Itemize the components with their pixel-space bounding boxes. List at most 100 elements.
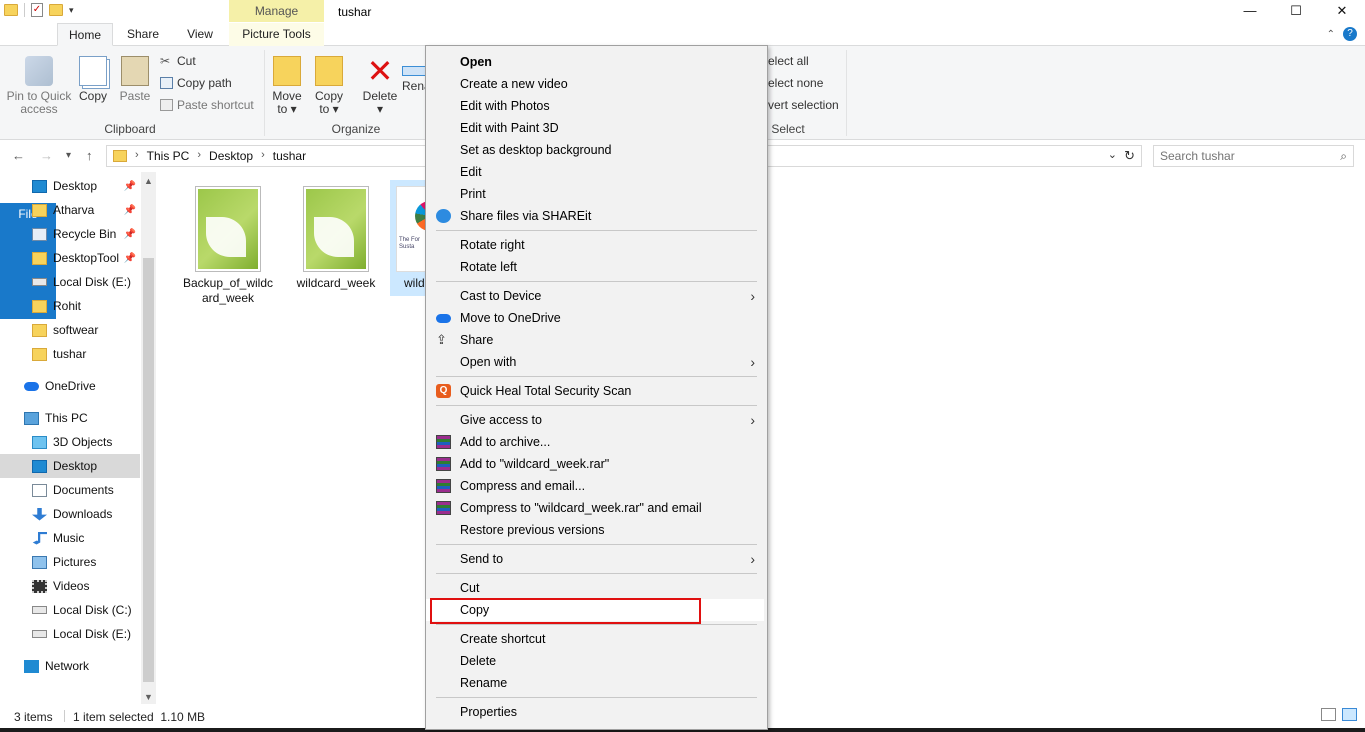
paste-shortcut-button[interactable]: Paste shortcut bbox=[160, 98, 254, 112]
refresh-icon[interactable]: ↻ bbox=[1124, 148, 1135, 164]
cut-button[interactable]: ✂ Cut bbox=[160, 54, 196, 68]
breadcrumb-chevron-icon[interactable]: › bbox=[135, 149, 139, 163]
customize-dropdown-icon[interactable]: ▾ bbox=[69, 5, 74, 16]
menu-item-compress-to-rar-and-email[interactable]: Compress to "wildcard_week.rar" and emai… bbox=[426, 497, 767, 519]
large-icons-view-icon[interactable] bbox=[1342, 708, 1357, 721]
menu-item-edit[interactable]: Edit bbox=[426, 161, 767, 183]
pin-icon: 📌 bbox=[123, 180, 136, 192]
forward-arrow-icon[interactable]: → bbox=[40, 148, 53, 163]
menu-item-print[interactable]: Print bbox=[426, 183, 767, 205]
copy-path-button[interactable]: Copy path bbox=[160, 76, 232, 90]
menu-item-open-with[interactable]: Open with › bbox=[426, 351, 767, 373]
menu-item-add-to-archive[interactable]: Add to archive... bbox=[426, 431, 767, 453]
select-none-button[interactable]: elect none bbox=[768, 76, 823, 90]
file-item[interactable]: wildcard_week bbox=[284, 180, 388, 296]
breadcrumb-this-pc[interactable]: This PC bbox=[147, 149, 190, 163]
menu-divider bbox=[436, 624, 757, 625]
menu-item-rotate-left[interactable]: Rotate left bbox=[426, 256, 767, 278]
menu-item-edit-with-photos[interactable]: Edit with Photos bbox=[426, 95, 767, 117]
rename-button[interactable]: Rena bbox=[402, 56, 426, 93]
nav-item-desktoptool[interactable]: DesktopTool 📌 bbox=[0, 246, 140, 270]
menu-item-move-to-onedrive[interactable]: Move to OneDrive bbox=[426, 307, 767, 329]
search-box[interactable]: ⌕ bbox=[1153, 145, 1354, 167]
nav-item-desktop-this-pc[interactable]: Desktop bbox=[0, 454, 140, 478]
nav-item-videos[interactable]: Videos bbox=[0, 574, 140, 598]
menu-item-rotate-right[interactable]: Rotate right bbox=[426, 234, 767, 256]
nav-item-documents[interactable]: Documents bbox=[0, 478, 140, 502]
nav-item-local-disk-c[interactable]: Local Disk (C:) bbox=[0, 598, 140, 622]
menu-item-create-new-video[interactable]: Create a new video bbox=[426, 73, 767, 95]
menu-item-rename[interactable]: Rename bbox=[426, 672, 767, 694]
help-icon[interactable]: ? bbox=[1343, 27, 1357, 41]
address-dropdown-icon[interactable]: ⌄ bbox=[1108, 148, 1117, 161]
properties-icon[interactable]: ✓ bbox=[31, 3, 43, 17]
nav-item-local-disk-e[interactable]: Local Disk (E:) bbox=[0, 270, 140, 294]
delete-button[interactable]: ✕ Delete ▾ bbox=[360, 55, 400, 116]
search-input[interactable] bbox=[1154, 146, 1324, 166]
ribbon-expand-icon[interactable]: ⌃ bbox=[1327, 29, 1335, 40]
select-all-button[interactable]: elect all bbox=[768, 54, 809, 68]
nav-item-desktop[interactable]: Desktop 📌 bbox=[0, 174, 140, 198]
nav-item-pictures[interactable]: Pictures bbox=[0, 550, 140, 574]
nav-item-rohit[interactable]: Rohit bbox=[0, 294, 140, 318]
menu-item-quick-heal-scan[interactable]: Q Quick Heal Total Security Scan bbox=[426, 380, 767, 402]
nav-item-music[interactable]: Music bbox=[0, 526, 140, 550]
nav-item-local-disk-e-pc[interactable]: Local Disk (E:) bbox=[0, 622, 140, 646]
menu-item-compress-and-email[interactable]: Compress and email... bbox=[426, 475, 767, 497]
menu-item-cut[interactable]: Cut bbox=[426, 577, 767, 599]
tab-home[interactable]: Home bbox=[57, 23, 113, 46]
breadcrumb-chevron-icon[interactable]: › bbox=[197, 149, 201, 163]
paste-button[interactable]: Paste bbox=[118, 56, 152, 103]
menu-item-cast-to-device[interactable]: Cast to Device › bbox=[426, 285, 767, 307]
nav-item-network[interactable]: Network bbox=[0, 654, 140, 678]
copy-to-button[interactable]: Copy to ▾ bbox=[312, 56, 346, 116]
nav-item-tushar[interactable]: tushar bbox=[0, 342, 140, 366]
breadcrumb-chevron-icon[interactable]: › bbox=[261, 149, 265, 163]
nav-scrollbar[interactable]: ▲ ▼ bbox=[141, 172, 156, 704]
manage-tab[interactable]: Manage bbox=[229, 0, 324, 22]
move-to-button[interactable]: Move to ▾ bbox=[270, 56, 304, 116]
menu-item-edit-with-paint-3d[interactable]: Edit with Paint 3D bbox=[426, 117, 767, 139]
nav-item-downloads[interactable]: Downloads bbox=[0, 502, 140, 526]
menu-item-properties[interactable]: Properties bbox=[426, 701, 767, 723]
scroll-up-icon[interactable]: ▲ bbox=[144, 176, 153, 186]
close-button[interactable]: ✕ bbox=[1319, 0, 1365, 22]
file-item[interactable]: Backup_of_wildcard_week bbox=[176, 180, 280, 305]
copy-button[interactable]: Copy bbox=[76, 56, 110, 103]
menu-item-delete[interactable]: Delete bbox=[426, 650, 767, 672]
menu-divider bbox=[436, 230, 757, 231]
pin-to-quick-access-button[interactable]: Pin to Quick access bbox=[4, 56, 74, 116]
desktop-icon bbox=[32, 459, 47, 473]
menu-item-share-via-shareit[interactable]: Share files via SHAREit bbox=[426, 205, 767, 227]
menu-item-open[interactable]: Open bbox=[426, 51, 767, 73]
nav-item-softwear[interactable]: softwear bbox=[0, 318, 140, 342]
scroll-down-icon[interactable]: ▼ bbox=[144, 692, 153, 702]
nav-item-this-pc[interactable]: This PC bbox=[0, 406, 140, 430]
nav-item-onedrive[interactable]: OneDrive bbox=[0, 374, 140, 398]
new-folder-icon[interactable] bbox=[49, 4, 63, 16]
menu-item-set-desktop-background[interactable]: Set as desktop background bbox=[426, 139, 767, 161]
nav-item-atharva[interactable]: Atharva 📌 bbox=[0, 198, 140, 222]
back-arrow-icon[interactable]: ← bbox=[12, 148, 25, 163]
menu-item-add-to-rar[interactable]: Add to "wildcard_week.rar" bbox=[426, 453, 767, 475]
menu-item-restore-previous-versions[interactable]: Restore previous versions bbox=[426, 519, 767, 541]
breadcrumb-tushar[interactable]: tushar bbox=[273, 149, 306, 163]
up-arrow-icon[interactable]: ↑ bbox=[86, 148, 93, 163]
minimize-button[interactable]: — bbox=[1227, 0, 1273, 22]
tab-share[interactable]: Share bbox=[114, 23, 172, 46]
nav-item-3d-objects[interactable]: 3D Objects bbox=[0, 430, 140, 454]
details-view-icon[interactable] bbox=[1321, 708, 1336, 721]
menu-item-give-access-to[interactable]: Give access to › bbox=[426, 409, 767, 431]
tab-picture-tools[interactable]: Picture Tools bbox=[229, 23, 324, 46]
tab-view[interactable]: View bbox=[172, 23, 228, 46]
menu-item-share[interactable]: ⇪ Share bbox=[426, 329, 767, 351]
invert-selection-button[interactable]: vert selection bbox=[768, 98, 839, 112]
scrollbar-thumb[interactable] bbox=[143, 258, 154, 682]
nav-item-recycle-bin[interactable]: Recycle Bin 📌 bbox=[0, 222, 140, 246]
file-item-selected[interactable]: The For Susta wild bbox=[390, 180, 430, 296]
menu-item-create-shortcut[interactable]: Create shortcut bbox=[426, 628, 767, 650]
maximize-button[interactable]: ☐ bbox=[1273, 0, 1319, 22]
breadcrumb-desktop[interactable]: Desktop bbox=[209, 149, 253, 163]
recent-locations-chevron-icon[interactable]: ▾ bbox=[66, 150, 71, 161]
menu-item-send-to[interactable]: Send to › bbox=[426, 548, 767, 570]
